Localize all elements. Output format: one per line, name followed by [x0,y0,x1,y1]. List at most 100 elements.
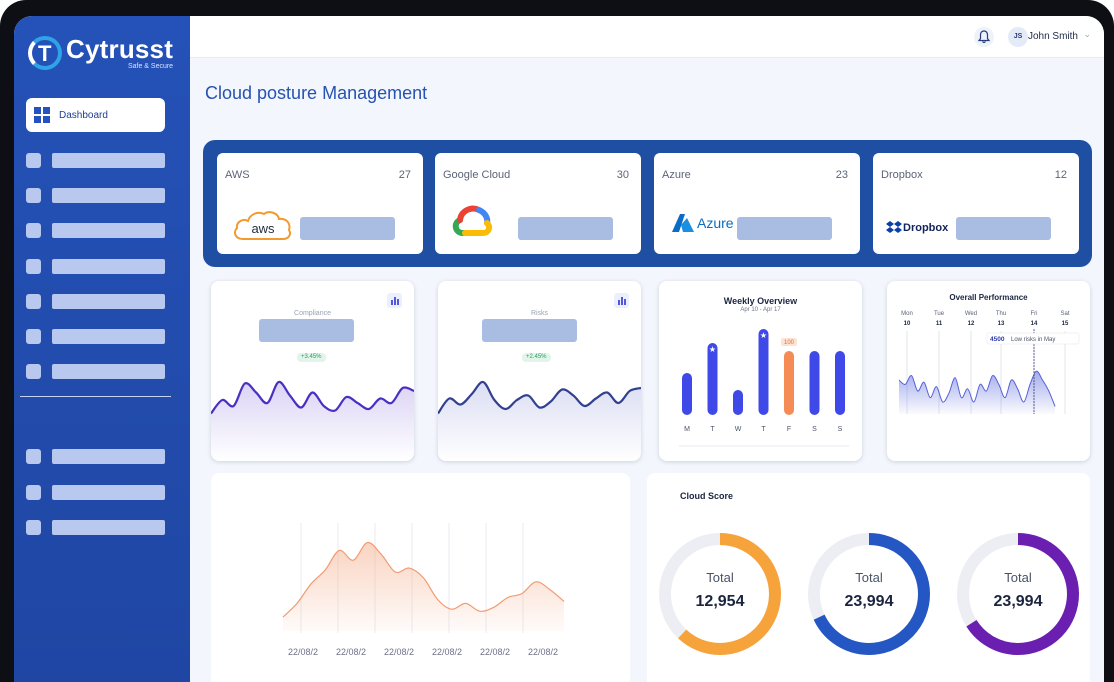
day-label: Fri [1031,311,1038,317]
google-cloud-logo-icon [452,205,493,236]
sidebar-item-label-placeholder [52,329,165,344]
date-label: 13 [998,321,1005,327]
weekly-bar[interactable] [758,329,769,415]
azure-logo-text: Azure [697,215,734,231]
sidebar-item[interactable] [26,153,166,168]
notification-button[interactable] [974,27,994,47]
overall-performance-chart: Mon 10 Tue 11 Wed 12 Thu 13 Fri 14 Sat 15 4500 Low ri… [898,311,1080,414]
provider-name: Azure [662,169,691,181]
date-label: 14 [1031,321,1038,327]
aws-logo-icon: aws [234,211,292,240]
bell-icon [978,30,990,44]
sidebar-item-icon [26,223,41,238]
weekly-day-label: M [684,426,690,433]
day-label: Wed [965,311,977,317]
sidebar-item[interactable] [26,329,166,344]
sidebar-item-icon [26,449,41,464]
weekly-bar[interactable] [835,351,845,415]
score-value: 23,994 [845,593,894,610]
weekly-day-label: S [838,426,843,433]
provider-value-placeholder [737,217,832,240]
provider-name: Google Cloud [443,169,511,181]
sidebar-item-icon [26,520,41,535]
day-label: Tue [934,311,945,317]
score-label: Total [1004,570,1032,585]
dashboard-grid-icon [34,107,50,123]
provider-card-azure[interactable]: Azure 23 Azure [654,153,860,254]
sidebar-item[interactable] [26,364,166,379]
sidebar-item[interactable] [26,259,166,274]
risks-chart [438,380,641,461]
day-label: Sat [1060,311,1069,317]
sidebar-item-label-placeholder [52,364,165,379]
overall-performance-card[interactable]: Overall Performance Mon 10 Tue 11 Wed 12 Thu 13… [887,281,1090,461]
weekly-bar[interactable] [784,351,794,415]
providers-panel: AWS 27 aws Google Cloud 30 Azure 23 Azur… [203,140,1092,267]
provider-card-google-cloud[interactable]: Google Cloud 30 [435,153,641,254]
provider-count: 23 [835,169,848,181]
sidebar: Cytrusst Safe & Secure Dashboard [14,16,190,682]
weekly-day-label: W [735,426,742,433]
compliance-area [211,381,414,461]
compliance-card[interactable]: Compliance +3.45% [211,281,414,461]
tooltip-text: Low risks in May [1011,337,1055,343]
sidebar-item-icon [26,294,41,309]
sidebar-item-label-placeholder [52,294,165,309]
weekly-bar[interactable] [733,390,743,415]
provider-card-aws[interactable]: AWS 27 aws [217,153,423,254]
weekly-chart: M ★ T W ★ T 100 F S S [679,329,849,447]
highlight-value: 100 [784,340,795,346]
azure-logo-icon: Azure [672,214,734,232]
sidebar-item-label-placeholder [52,259,165,274]
provider-value-placeholder [300,217,395,240]
weekly-day-label: F [787,426,791,433]
date-label: 11 [936,321,943,327]
sidebar-item[interactable] [26,294,166,309]
sidebar-item-icon [26,153,41,168]
sidebar-item-label-placeholder [52,188,165,203]
star-icon: ★ [709,345,716,354]
chevron-down-icon[interactable]: ⌄ [1083,29,1091,40]
sidebar-item[interactable] [26,449,166,464]
sidebar-item-icon [26,329,41,344]
sidebar-item[interactable] [26,223,166,238]
brand-name: Cytrusst [66,34,174,64]
sidebar-item-icon [26,485,41,500]
trend-x-label: 22/08/2 [432,647,462,657]
brand-logo-icon [28,36,62,70]
provider-name: Dropbox [881,169,923,181]
weekly-bar[interactable] [682,373,692,415]
sidebar-item-dashboard[interactable]: Dashboard [26,98,165,132]
sidebar-item[interactable] [26,188,166,203]
brand-logo[interactable]: Cytrusst Safe & Secure [28,36,173,70]
trend-x-label: 22/08/2 [480,647,510,657]
user-name[interactable]: John Smith [1028,31,1078,42]
sidebar-item[interactable] [26,520,166,535]
provider-count: 30 [616,169,629,181]
trend-chart: 22/08/2 22/08/2 22/08/2 22/08/2 22/08/2 22/08… [282,523,565,657]
cloud-score-card[interactable]: Cloud Score Total 12,954 Total 23,994 Total 2… [647,473,1090,682]
sidebar-item-label-placeholder [52,223,165,238]
trend-area [283,542,564,631]
avatar[interactable]: JS [1008,27,1028,47]
app-screen: Cytrusst Safe & Secure Dashboard [14,16,1104,682]
weekly-bar[interactable] [809,351,820,415]
sidebar-item[interactable] [26,485,166,500]
brand-tagline: Safe & Secure [127,63,174,70]
cloud-score-chart: Total 12,954 Total 23,994 Total 23,994 [659,533,1079,655]
sidebar-item-label: Dashboard [59,109,108,121]
score-label: Total [706,570,734,585]
score-value: 23,994 [994,593,1043,610]
sidebar-item-icon [26,188,41,203]
weekly-overview-card[interactable]: Weekly Overview Apr 10 - Apr 17 M ★ T W ★ T 10… [659,281,862,461]
compliance-chart [211,380,414,461]
trend-x-label: 22/08/2 [288,647,318,657]
page-title: Cloud posture Management [205,83,428,103]
provider-card-dropbox[interactable]: Dropbox 12 Dropbox [873,153,1079,254]
risks-card[interactable]: Risks +2.45% [438,281,641,461]
date-label: 15 [1062,321,1069,327]
trend-card[interactable]: 22/08/2 22/08/2 22/08/2 22/08/2 22/08/2 22/08… [211,473,630,682]
date-label: 10 [904,321,911,327]
trend-x-label: 22/08/2 [384,647,414,657]
day-label: Thu [996,311,1006,317]
